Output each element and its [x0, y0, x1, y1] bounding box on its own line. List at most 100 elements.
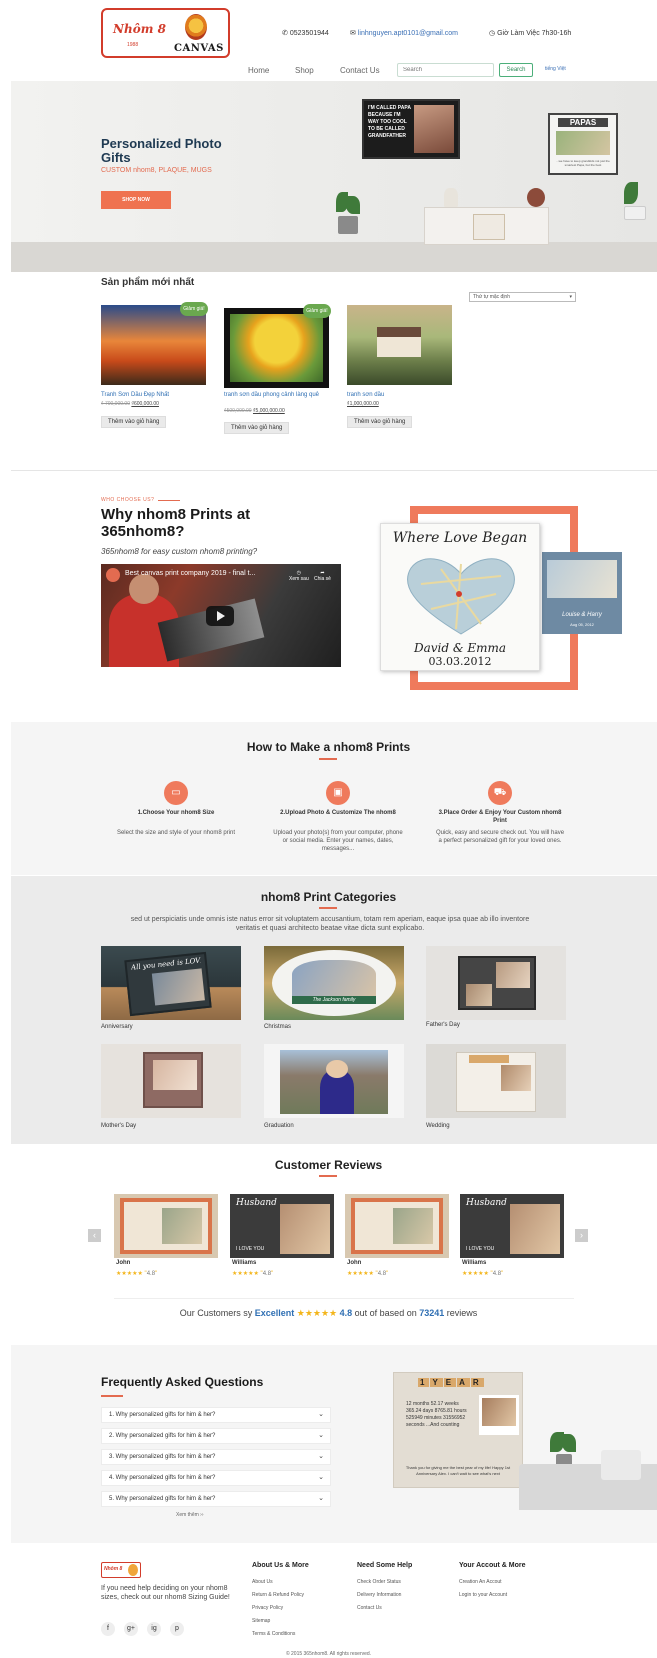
play-button[interactable]: [206, 606, 234, 626]
upload-photo-icon: ▣: [326, 781, 350, 805]
category-image-fathers-day[interactable]: [426, 946, 566, 1020]
footer-link[interactable]: Check Order Status: [357, 1579, 401, 1585]
google-plus-icon[interactable]: g+: [124, 1622, 138, 1636]
footer-link[interactable]: Sitemap: [252, 1618, 270, 1624]
faq-item-4[interactable]: 4. Why personalized gifts for him & her?…: [101, 1470, 331, 1486]
polaroid-photo: [482, 1398, 516, 1426]
category-image-wedding[interactable]: [426, 1044, 566, 1118]
rating-value: 4.8: [492, 1271, 502, 1277]
instagram-icon[interactable]: ig: [147, 1622, 161, 1636]
faq-item-3[interactable]: 3. Why personalized gifts for him & her?…: [101, 1449, 331, 1465]
postcard-photo: [393, 1208, 433, 1244]
watch-later-button[interactable]: ◷ Xem sau: [289, 570, 309, 582]
carousel-prev-button[interactable]: ‹: [88, 1229, 101, 1242]
reviews-title: Customer Reviews: [274, 1158, 383, 1172]
love-names: David & Emma: [413, 641, 507, 655]
sort-select[interactable]: Thứ tự mặc định ▾: [469, 292, 576, 302]
search-button[interactable]: Search: [499, 63, 533, 77]
accent-line: [319, 907, 337, 909]
clock-icon: ◷: [489, 30, 496, 37]
product-image-1[interactable]: [101, 305, 206, 385]
nav-shop[interactable]: Shop: [295, 66, 314, 75]
share-button[interactable]: ➦ Chia sẻ: [314, 570, 331, 582]
category-label-wedding[interactable]: Wedding: [426, 1123, 450, 1129]
faq-more-link[interactable]: Xem thêm ››: [176, 1512, 204, 1518]
product-image-2[interactable]: [224, 308, 329, 388]
product-price-2: ₫500,000.00 ₫5,000,000.00: [224, 408, 285, 414]
eyebrow-line: [158, 500, 180, 501]
chevron-down-icon: ▾: [569, 294, 572, 300]
category-label-mothers-day[interactable]: Mother's Day: [101, 1123, 136, 1129]
youtube-video[interactable]: Best canvas print company 2019 - final t…: [101, 564, 341, 667]
product-image-3[interactable]: [347, 305, 452, 385]
footer-link[interactable]: Return & Refund Policy: [252, 1592, 304, 1598]
faq-item-5[interactable]: 5. Why personalized gifts for him & her?…: [101, 1491, 331, 1507]
add-to-cart-button-3[interactable]: Thêm vào giỏ hàng: [347, 416, 413, 428]
pinterest-icon[interactable]: p: [170, 1622, 184, 1636]
new-products-title: Sản phẩm mới nhất: [101, 277, 195, 288]
rating-value: 4.8: [146, 1271, 156, 1277]
category-label-anniversary[interactable]: Anniversary: [101, 1024, 133, 1030]
search-input[interactable]: [397, 63, 494, 77]
summary-suffix: reviews: [446, 1308, 478, 1318]
husband-photo: [510, 1204, 560, 1254]
watch-later-label: Xem sau: [289, 576, 309, 582]
category-image-christmas[interactable]: The Jackson family: [264, 946, 404, 1020]
category-image-mothers-day[interactable]: [101, 1044, 241, 1118]
footer-logo[interactable]: Nhôm 8: [101, 1562, 141, 1578]
chevron-left-icon: ‹: [93, 1230, 96, 1240]
add-to-cart-button-2[interactable]: Thêm vào giỏ hàng: [224, 422, 290, 434]
polaroid: [479, 1395, 519, 1435]
plant-right: [622, 182, 652, 222]
why-subtitle: 365nhom8 for easy custom nhom8 printing?: [101, 547, 258, 556]
footer-link[interactable]: Login to your Account: [459, 1592, 507, 1598]
nav-contact[interactable]: Contact Us: [340, 66, 380, 75]
sale-badge: Giảm giá!: [303, 304, 331, 318]
why-eyebrow: WHO CHOOSE US?: [101, 497, 155, 503]
why-title: Why nhom8 Prints at 365nhom8?: [101, 506, 251, 540]
papas-title: PAPAS: [558, 118, 608, 127]
category-image-anniversary[interactable]: All you need is LOVE and Disney: [101, 946, 241, 1020]
phone-contact[interactable]: ✆ 0523501944: [282, 29, 329, 37]
add-to-cart-button-1[interactable]: Thêm vào giỏ hàng: [101, 416, 167, 428]
footer-link[interactable]: Creation An Accout: [459, 1579, 502, 1585]
site-logo[interactable]: Nhôm 8 1988 CANVAS: [101, 8, 230, 58]
puzzle-print: Louise & Harry Aug 05, 2012: [542, 552, 622, 634]
chevron-right-icon: ›: [580, 1230, 583, 1240]
category-image-graduation[interactable]: [264, 1044, 404, 1118]
language-switcher[interactable]: tiếng Việt: [545, 66, 566, 72]
footer-link[interactable]: Delivery Information: [357, 1592, 401, 1598]
footer-link[interactable]: Privacy Policy: [252, 1605, 283, 1611]
email-contact[interactable]: ✉ linhnguyen.apt0101@gmail.com: [350, 29, 458, 37]
graduation-print: [280, 1050, 388, 1114]
review-image-2: Husband I LOVE YOU: [230, 1194, 334, 1258]
review-rating-4: ★★★★★ "4.8": [462, 1271, 504, 1277]
christmas-ornament: The Jackson family: [272, 950, 396, 1016]
footer-link[interactable]: About Us: [252, 1579, 273, 1585]
fathers-photo-2: [466, 984, 492, 1006]
how-title: How to Make a nhom8 Prints: [246, 740, 411, 754]
footer-link[interactable]: Contact Us: [357, 1605, 382, 1611]
product-name-2[interactable]: tranh sơn dầu phong cảnh làng quê: [224, 392, 319, 398]
product-name-3[interactable]: tranh sơn dầu: [347, 392, 384, 398]
shop-now-button[interactable]: SHOP NOW: [101, 191, 171, 209]
footer-link[interactable]: Terms & Conditions: [252, 1631, 295, 1637]
faq-item-1[interactable]: 1. Why personalized gifts for him & her?…: [101, 1407, 331, 1423]
reviewer-name-1: John: [116, 1260, 131, 1266]
wedding-tiles: [469, 1055, 509, 1063]
review-rating-3: ★★★★★ "4.8": [347, 1271, 389, 1277]
footer-col3-title: Your Accout & More: [459, 1562, 526, 1569]
carousel-next-button[interactable]: ›: [575, 1229, 588, 1242]
category-label-christmas[interactable]: Christmas: [264, 1024, 291, 1030]
faq-item-2[interactable]: 2. Why personalized gifts for him & her?…: [101, 1428, 331, 1444]
footer-col1-title: About Us & More: [252, 1562, 309, 1569]
leaf: [562, 1434, 576, 1452]
category-label-graduation[interactable]: Graduation: [264, 1123, 294, 1129]
summary-word[interactable]: Excellent: [255, 1308, 295, 1318]
product-name-1[interactable]: Tranh Sơn Dầu Đẹp Nhất: [101, 392, 169, 398]
nav-home[interactable]: Home: [248, 66, 269, 75]
step-desc-2: Upload your photo(s) from your computer,…: [273, 830, 403, 852]
love-you-text: I LOVE YOU: [466, 1246, 495, 1252]
category-label-fathers-day[interactable]: Father's Day: [426, 1022, 460, 1028]
facebook-icon[interactable]: f: [101, 1622, 115, 1636]
